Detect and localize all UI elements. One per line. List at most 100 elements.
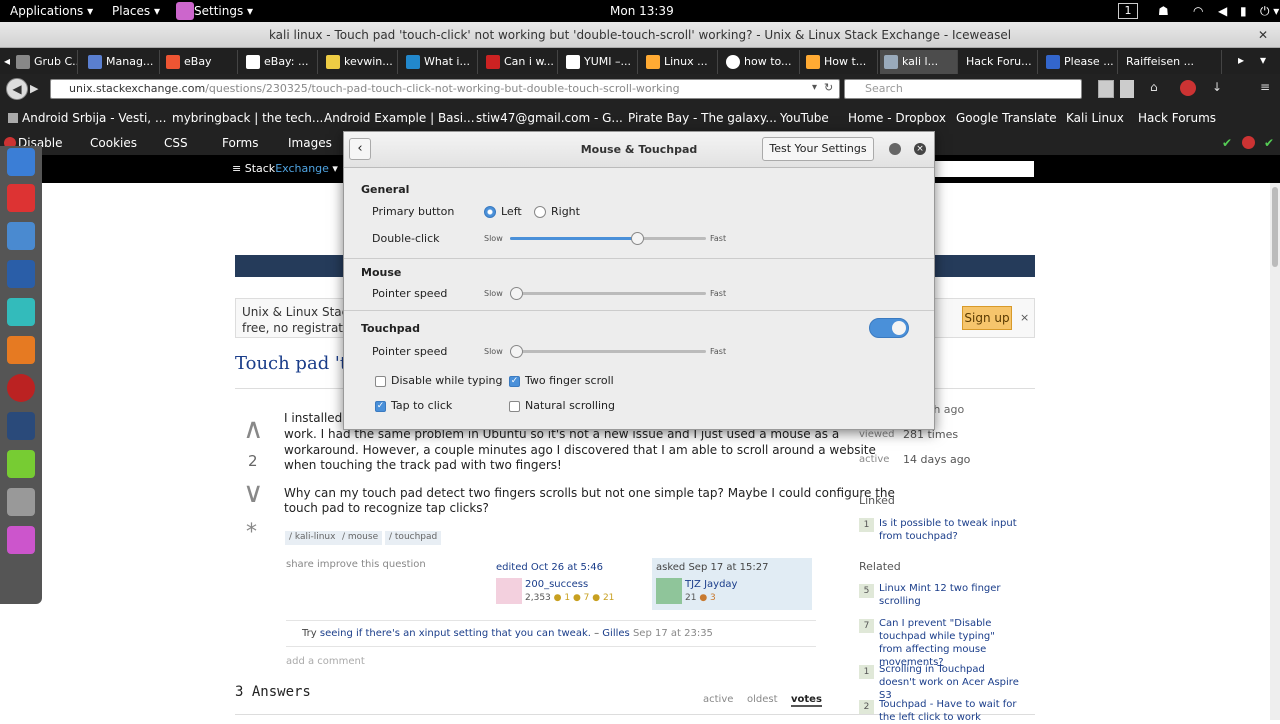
comment-user[interactable]: Gilles bbox=[602, 628, 629, 639]
reload-icon[interactable]: ↻ bbox=[824, 81, 833, 94]
double-click-slider[interactable] bbox=[510, 232, 706, 246]
people-icon[interactable]: ☗ bbox=[1158, 4, 1169, 18]
touchpad-speed-slider[interactable] bbox=[509, 345, 706, 359]
volume-icon[interactable]: ◀ bbox=[1218, 4, 1227, 18]
search-input[interactable]: Search bbox=[844, 79, 1082, 99]
page-scrollbar[interactable] bbox=[1270, 183, 1280, 720]
tab-scroll-right-icon[interactable]: ▸ bbox=[1238, 53, 1244, 67]
add-comment-link[interactable]: add a comment bbox=[286, 656, 365, 667]
tab[interactable]: YUMI –... bbox=[562, 50, 638, 74]
settings-menu[interactable]: Settings ▾ bbox=[194, 4, 253, 18]
burpsuite-icon[interactable] bbox=[7, 336, 35, 364]
left-radio[interactable] bbox=[484, 206, 496, 218]
asker-avatar[interactable] bbox=[656, 578, 682, 604]
upvote-button[interactable]: ∧ bbox=[243, 412, 264, 445]
metasploit-icon[interactable] bbox=[7, 260, 35, 288]
dialog-close-icon[interactable]: × bbox=[914, 143, 926, 155]
tab[interactable]: kevwin... bbox=[322, 50, 398, 74]
download-icon[interactable]: ↓ bbox=[1212, 80, 1222, 94]
mouse-speed-slider[interactable] bbox=[509, 287, 706, 301]
text-editor-icon[interactable] bbox=[7, 450, 35, 478]
error-icon[interactable] bbox=[1242, 136, 1255, 149]
signup-button[interactable]: Sign up bbox=[962, 306, 1012, 330]
faraday-icon[interactable] bbox=[7, 374, 35, 402]
share-link[interactable]: share bbox=[286, 559, 314, 570]
clock[interactable]: Mon 13:39 bbox=[610, 4, 674, 18]
bookmark-item[interactable]: Android Srbija - Vesti, ... bbox=[22, 111, 166, 125]
tag-kali-linux[interactable]: / kali-linux bbox=[285, 531, 340, 545]
related-count[interactable]: 2 bbox=[859, 700, 874, 714]
close-window-icon[interactable]: ✕ bbox=[1258, 22, 1268, 48]
bookmarks-menu-icon[interactable] bbox=[1120, 80, 1134, 98]
favorite-star-icon[interactable]: * bbox=[246, 520, 257, 545]
tag-touchpad[interactable]: / touchpad bbox=[385, 531, 442, 545]
disable-while-typing-checkbox[interactable] bbox=[375, 376, 386, 387]
editor-name[interactable]: 200_success bbox=[525, 579, 588, 590]
related-count[interactable]: 1 bbox=[859, 665, 874, 679]
test-settings-button[interactable]: Test Your Settings bbox=[762, 137, 874, 161]
bookmark-item[interactable]: stiw47@gmail.com - G... bbox=[476, 111, 623, 125]
power-icon[interactable]: ⏻ ▾ bbox=[1260, 4, 1279, 19]
natural-scrolling-label[interactable]: Natural scrolling bbox=[525, 399, 615, 412]
tap-to-click-checkbox[interactable]: ✓ bbox=[375, 401, 386, 412]
back-button[interactable]: ◀ bbox=[6, 78, 28, 100]
url-dropdown-icon[interactable]: ▾ bbox=[812, 82, 817, 93]
bookmark-star-icon[interactable] bbox=[1098, 80, 1114, 98]
terminal-icon[interactable] bbox=[7, 184, 35, 212]
sort-votes-tab[interactable]: votes bbox=[791, 694, 822, 707]
battery-icon[interactable]: ▮ bbox=[1240, 4, 1247, 18]
slider-knob[interactable] bbox=[509, 345, 523, 358]
bookmark-item[interactable]: Kali Linux bbox=[1066, 111, 1124, 125]
bookmark-item[interactable]: Android Example | Basi... bbox=[324, 111, 475, 125]
touchpad-toggle[interactable] bbox=[869, 318, 909, 338]
disable-while-typing-label[interactable]: Disable while typing bbox=[391, 374, 502, 387]
related-count[interactable]: 5 bbox=[859, 584, 874, 598]
tab[interactable]: eBay bbox=[162, 50, 238, 74]
armitage-icon[interactable] bbox=[7, 298, 35, 326]
cookies-menu[interactable]: Cookies bbox=[90, 136, 137, 150]
tab[interactable]: eBay: ... bbox=[242, 50, 318, 74]
banner-close-button[interactable]: × bbox=[1020, 311, 1029, 324]
settings-app-icon[interactable] bbox=[7, 526, 35, 554]
tab[interactable]: Manag... bbox=[84, 50, 160, 74]
forms-menu[interactable]: Forms bbox=[222, 136, 258, 150]
tap-to-click-label[interactable]: Tap to click bbox=[391, 399, 452, 412]
related-question-link[interactable]: Can I prevent "Disable touchpad while ty… bbox=[879, 617, 1019, 669]
se-search-input[interactable] bbox=[934, 161, 1034, 177]
improve-link[interactable]: improve this question bbox=[317, 559, 426, 570]
related-question-link[interactable]: Scrolling in Touchpad doesn't work on Ac… bbox=[879, 663, 1019, 702]
linked-count[interactable]: 1 bbox=[859, 518, 874, 532]
sort-oldest-tab[interactable]: oldest bbox=[747, 694, 778, 705]
files-icon[interactable] bbox=[7, 222, 35, 250]
sort-active-tab[interactable]: active bbox=[703, 694, 733, 705]
right-radio[interactable] bbox=[534, 206, 546, 218]
related-question-link[interactable]: Linux Mint 12 two finger scrolling bbox=[879, 582, 1019, 608]
bookmark-item[interactable]: Hack Forums bbox=[1138, 111, 1216, 125]
tab[interactable]: Please ... bbox=[1042, 50, 1118, 74]
tag-mouse[interactable]: / mouse bbox=[338, 531, 383, 545]
left-radio-label[interactable]: Left bbox=[501, 205, 522, 218]
natural-scrolling-checkbox[interactable] bbox=[509, 401, 520, 412]
stackexchange-menu[interactable]: ≡ StackExchange ▾ bbox=[232, 162, 338, 175]
bookmark-item[interactable]: mybringback | the tech... bbox=[172, 111, 323, 125]
bookmark-item[interactable]: Pirate Bay - The galaxy... bbox=[628, 111, 777, 125]
adblock-icon[interactable] bbox=[1180, 80, 1196, 96]
workspace-indicator[interactable]: 1 bbox=[1118, 3, 1138, 19]
maltego-icon[interactable] bbox=[7, 412, 35, 440]
edited-time[interactable]: edited Oct 26 at 5:46 bbox=[496, 562, 603, 573]
tab[interactable]: Hack Foru... bbox=[962, 50, 1038, 74]
places-menu[interactable]: Places ▾ bbox=[112, 4, 160, 18]
tab[interactable]: Raiffeisen ... bbox=[1122, 50, 1222, 74]
slider-knob[interactable] bbox=[631, 232, 645, 245]
tab-active[interactable]: kali l... bbox=[880, 50, 958, 74]
bookmark-item[interactable]: Home - Dropbox bbox=[848, 111, 946, 125]
tab[interactable]: What i... bbox=[402, 50, 478, 74]
ok-icon[interactable]: ✔ bbox=[1264, 136, 1274, 150]
minimize-icon[interactable] bbox=[889, 143, 901, 155]
tab-scroll-left-icon[interactable]: ◂ bbox=[4, 54, 10, 68]
two-finger-scroll-label[interactable]: Two finger scroll bbox=[525, 374, 614, 387]
applications-menu[interactable]: Applications ▾ bbox=[10, 4, 93, 18]
tab[interactable]: Linux ... bbox=[642, 50, 718, 74]
iceweasel-icon[interactable] bbox=[7, 148, 35, 176]
url-bar[interactable]: unix.stackexchange.com/questions/230325/… bbox=[50, 79, 840, 99]
